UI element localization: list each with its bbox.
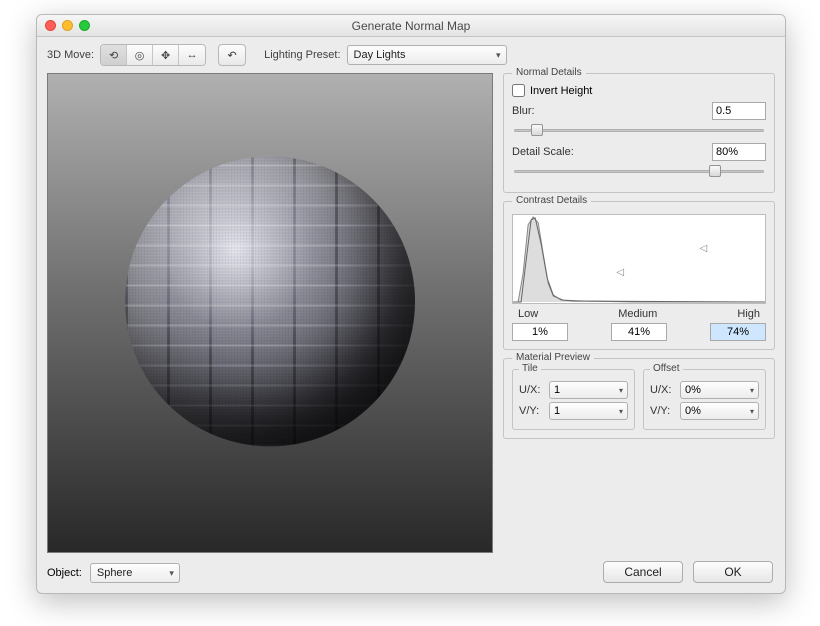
contrast-low-input[interactable]: [512, 323, 568, 341]
object-select[interactable]: Sphere: [90, 563, 180, 583]
invert-height-checkbox[interactable]: Invert Height: [512, 84, 766, 97]
contrast-details-title: Contrast Details: [512, 195, 591, 206]
slider-track: [514, 129, 764, 132]
dialog-footer: Cancel OK: [603, 561, 773, 583]
tile-ux-label: U/X:: [519, 384, 545, 396]
object-row: Object: Sphere: [47, 563, 493, 583]
3d-move-segmented: ⟲ ◎ ✥ ↔: [100, 44, 206, 66]
pan-icon: ✥: [161, 49, 170, 62]
normal-details-group: Normal Details Invert Height Blur: Detai…: [503, 73, 775, 193]
preview-sphere: [125, 156, 415, 446]
detail-scale-slider[interactable]: [512, 164, 766, 178]
offset-ux-select[interactable]: 0%: [680, 381, 759, 399]
high-label: High: [737, 308, 760, 320]
material-preview-title: Material Preview: [512, 352, 594, 363]
blur-label: Blur:: [512, 105, 535, 117]
dialog-window: Generate Normal Map 3D Move: ⟲ ◎ ✥ ↔ ↶ L…: [36, 14, 786, 594]
tile-subgroup: Tile U/X: 1 V/Y: 1: [512, 369, 635, 430]
object-label: Object:: [47, 567, 82, 579]
cancel-button[interactable]: Cancel: [603, 561, 683, 583]
blur-input[interactable]: [712, 102, 766, 120]
lighting-preset-select[interactable]: Day Lights: [347, 45, 507, 65]
tool-pan-button[interactable]: ✥: [153, 45, 179, 65]
right-pane: Normal Details Invert Height Blur: Detai…: [503, 73, 775, 583]
reset-button[interactable]: ↶: [218, 44, 246, 66]
tile-ux-value: 1: [554, 384, 560, 396]
detail-scale-label: Detail Scale:: [512, 146, 574, 158]
left-pane: Object: Sphere: [47, 73, 493, 583]
lighting-label: Lighting Preset:: [264, 49, 340, 61]
tile-vy-value: 1: [554, 405, 560, 417]
offset-vy-value: 0%: [685, 405, 701, 417]
toolbar: 3D Move: ⟲ ◎ ✥ ↔ ↶ Lighting Preset: Day …: [37, 37, 785, 73]
tile-title: Tile: [519, 363, 541, 374]
object-value: Sphere: [97, 567, 132, 579]
low-label: Low: [518, 308, 538, 320]
window-title: Generate Normal Map: [37, 19, 785, 33]
tool-slide-button[interactable]: ↔: [179, 45, 205, 65]
medium-label: Medium: [618, 308, 657, 320]
lighting-preset-value: Day Lights: [354, 49, 406, 61]
offset-vy-label: V/Y:: [650, 405, 676, 417]
marker-high-icon[interactable]: ◁: [699, 243, 707, 254]
slide-icon: ↔: [187, 49, 198, 61]
ok-button[interactable]: OK: [693, 561, 773, 583]
offset-title: Offset: [650, 363, 683, 374]
offset-subgroup: Offset U/X: 0% V/Y: 0%: [643, 369, 766, 430]
preview-viewport[interactable]: [47, 73, 493, 553]
contrast-high-input[interactable]: [710, 323, 766, 341]
marker-medium-icon[interactable]: ◁: [616, 267, 624, 278]
blur-slider[interactable]: [512, 123, 766, 137]
slider-track: [514, 170, 764, 173]
offset-ux-value: 0%: [685, 384, 701, 396]
contrast-details-group: Contrast Details ◁ ◁ Low Medium High: [503, 201, 775, 350]
tile-ux-select[interactable]: 1: [549, 381, 628, 399]
roll-icon: ◎: [135, 49, 145, 62]
normal-details-title: Normal Details: [512, 67, 586, 78]
tool-roll-button[interactable]: ◎: [127, 45, 153, 65]
title-bar: Generate Normal Map: [37, 15, 785, 37]
tile-vy-label: V/Y:: [519, 405, 545, 417]
tile-vy-select[interactable]: 1: [549, 402, 628, 420]
invert-height-label: Invert Height: [530, 85, 592, 97]
tool-orbit-button[interactable]: ⟲: [101, 45, 127, 65]
invert-height-input[interactable]: [512, 84, 525, 97]
move-label: 3D Move:: [47, 49, 94, 61]
detail-scale-input[interactable]: [712, 143, 766, 161]
slider-thumb[interactable]: [709, 165, 721, 177]
material-preview-group: Material Preview Tile U/X: 1 V/Y: 1: [503, 358, 775, 439]
offset-ux-label: U/X:: [650, 384, 676, 396]
undo-icon: ↶: [227, 49, 236, 62]
offset-vy-select[interactable]: 0%: [680, 402, 759, 420]
histogram[interactable]: ◁ ◁: [512, 214, 766, 304]
orbit-icon: ⟲: [109, 49, 118, 62]
contrast-medium-input[interactable]: [611, 323, 667, 341]
slider-thumb[interactable]: [531, 124, 543, 136]
